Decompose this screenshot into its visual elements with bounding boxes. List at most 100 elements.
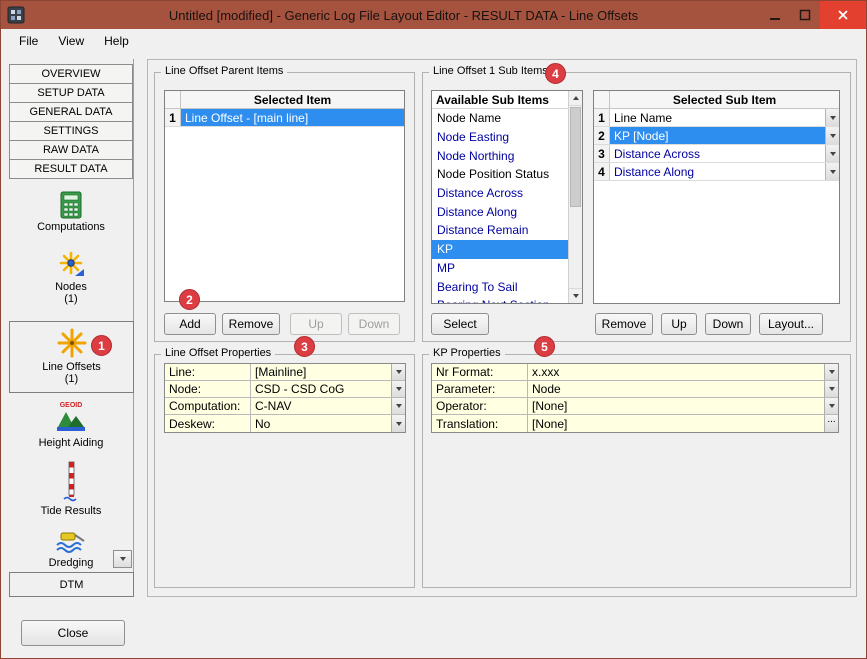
available-sub-item[interactable]: Node Northing	[432, 146, 568, 165]
ellipsis-button[interactable]: ...	[824, 415, 838, 432]
property-value-field[interactable]: No ...	[251, 415, 405, 432]
main-panel: Line Offset Parent Items Selected Item 1…	[147, 59, 857, 597]
sidebar-item-line-offsets[interactable]: Line Offsets (1)	[9, 321, 134, 393]
dropdown-button[interactable]	[825, 127, 839, 144]
annotation-badge-5: 5	[534, 336, 555, 357]
sidebar-item-nodes[interactable]: Nodes (1)	[9, 249, 133, 305]
dropdown-button[interactable]	[391, 364, 405, 380]
sidebar-nav-button[interactable]: OVERVIEW	[9, 64, 133, 84]
property-value-field[interactable]: CSD - CSD CoG ...	[251, 381, 405, 397]
scroll-down-button[interactable]	[569, 288, 582, 303]
kp-properties-group: KP Properties Nr Format: x.xxx ... Param…	[422, 354, 851, 588]
sub-items-action-button[interactable]: Layout...	[759, 313, 823, 335]
scrollbar[interactable]	[568, 91, 582, 303]
property-row: Computation: C-NAV ...	[165, 398, 405, 415]
nodes-icon	[56, 249, 86, 279]
property-value-field[interactable]: [Mainline] ...	[251, 364, 405, 380]
property-value-field[interactable]: [None] ...	[528, 415, 838, 432]
parent-items-action-button[interactable]: Remove	[222, 313, 280, 335]
selected-sub-item-row[interactable]: 4 Distance Along	[594, 163, 839, 181]
sidebar-nav-button[interactable]: RESULT DATA	[9, 159, 133, 179]
property-value-field[interactable]: [None] ...	[528, 398, 838, 414]
svg-text:GEOID: GEOID	[60, 402, 83, 409]
available-sub-item[interactable]: Distance Across	[432, 184, 568, 203]
selected-sub-item-row[interactable]: 1 Line Name	[594, 109, 839, 127]
dropdown-button[interactable]	[825, 145, 839, 162]
sidebar-item-label: DTM	[60, 579, 84, 591]
chevron-down-icon	[396, 422, 402, 426]
line-offset-properties-group: Line Offset Properties Line: [Mainline] …	[154, 354, 415, 588]
property-label: Parameter:	[432, 381, 528, 397]
available-sub-item[interactable]: Bearing To Sail	[432, 277, 568, 296]
parent-items-action-button[interactable]: Add	[164, 313, 216, 335]
dropdown-button[interactable]	[824, 398, 838, 414]
available-sub-item[interactable]: Node Position Status	[432, 165, 568, 184]
available-sub-item[interactable]: Bearing Next Section	[432, 296, 568, 303]
close-window-button[interactable]	[820, 1, 866, 29]
sidebar-item-computations[interactable]: Computations	[9, 191, 133, 233]
sidebar-nav-button[interactable]: GENERAL DATA	[9, 102, 133, 122]
dropdown-button[interactable]	[825, 109, 839, 126]
sidebar-item-label: Tide Results	[41, 505, 102, 517]
parent-items-action-button[interactable]: Down	[348, 313, 400, 335]
close-icon	[837, 9, 849, 21]
menu-item[interactable]: File	[9, 31, 48, 51]
dropdown-button[interactable]	[391, 415, 405, 432]
scroll-up-button[interactable]	[569, 91, 582, 106]
scroll-thumb[interactable]	[570, 107, 581, 207]
maximize-button[interactable]	[790, 1, 820, 29]
sidebar-item-label: Height Aiding	[39, 437, 104, 449]
maximize-icon	[799, 9, 811, 21]
parent-item-row[interactable]: 1 Line Offset - [main line]	[165, 109, 404, 127]
property-row: Deskew: No ...	[165, 415, 405, 432]
sub-items-action-button[interactable]: Up	[661, 313, 697, 335]
menu-item[interactable]: Help	[94, 31, 139, 51]
sidebar-expand-button[interactable]	[113, 550, 132, 568]
row-number-column	[594, 91, 610, 108]
app-window: Untitled [modified] - Generic Log File L…	[0, 0, 867, 659]
dredging-icon	[54, 529, 88, 555]
sidebar-item-tide-results[interactable]: Tide Results	[9, 461, 133, 517]
property-value-field[interactable]: C-NAV ...	[251, 398, 405, 414]
available-sub-item[interactable]: Distance Along	[432, 202, 568, 221]
available-sub-item[interactable]: Node Name	[432, 109, 568, 128]
chevron-down-icon	[396, 404, 402, 408]
sub-items-action-button[interactable]: Down	[705, 313, 751, 335]
dropdown-button[interactable]	[391, 381, 405, 397]
selected-sub-item-row[interactable]: 2 KP [Node]	[594, 127, 839, 145]
sidebar-nav-button[interactable]: SETTINGS	[9, 121, 133, 141]
sidebar-nav-button[interactable]: RAW DATA	[9, 140, 133, 160]
line-offsets-icon	[56, 327, 88, 359]
property-label: Computation:	[165, 398, 251, 414]
available-sub-item[interactable]: Node Easting	[432, 128, 568, 147]
selected-sub-items-table: Selected Sub Item 1 Line Name 2 KP [Node…	[593, 90, 840, 304]
selected-sub-item-row[interactable]: 3 Distance Across	[594, 145, 839, 163]
available-sub-item[interactable]: Distance Remain	[432, 221, 568, 240]
close-button[interactable]: Close	[21, 620, 125, 646]
sub-items-action-button[interactable]: Remove	[595, 313, 653, 335]
available-sub-item[interactable]: KP	[432, 240, 568, 259]
annotation-badge-3: 3	[294, 336, 315, 357]
table-header: Selected Sub Item	[594, 91, 839, 109]
parent-items-action-button[interactable]: Up	[290, 313, 342, 335]
property-row: Parameter: Node ...	[432, 381, 838, 398]
arrow-down-icon	[573, 294, 579, 298]
menu-item[interactable]: View	[48, 31, 94, 51]
sidebar-item-height-aiding[interactable]: GEOID Height Aiding	[9, 399, 133, 449]
property-value-field[interactable]: x.xxx ...	[528, 364, 838, 380]
parent-items-table: Selected Item 1 Line Offset - [main line…	[164, 90, 405, 302]
property-value-field[interactable]: Node ...	[528, 381, 838, 397]
geoid-icon: GEOID	[54, 399, 88, 435]
dropdown-button[interactable]	[825, 163, 839, 180]
property-row: Nr Format: x.xxx ...	[432, 364, 838, 381]
available-sub-item[interactable]: MP	[432, 259, 568, 278]
sidebar-item-dtm[interactable]: DTM	[9, 572, 134, 597]
sidebar-item-count: (1)	[64, 293, 77, 305]
dropdown-button[interactable]	[824, 381, 838, 397]
dropdown-button[interactable]	[391, 398, 405, 414]
minimize-button[interactable]	[760, 1, 790, 29]
property-row: Line: [Mainline] ...	[165, 364, 405, 381]
sidebar-nav-button[interactable]: SETUP DATA	[9, 83, 133, 103]
dropdown-button[interactable]	[824, 364, 838, 380]
sidebar-nav: OVERVIEW SETUP DATA GENERAL DATA SETTING…	[9, 64, 133, 179]
